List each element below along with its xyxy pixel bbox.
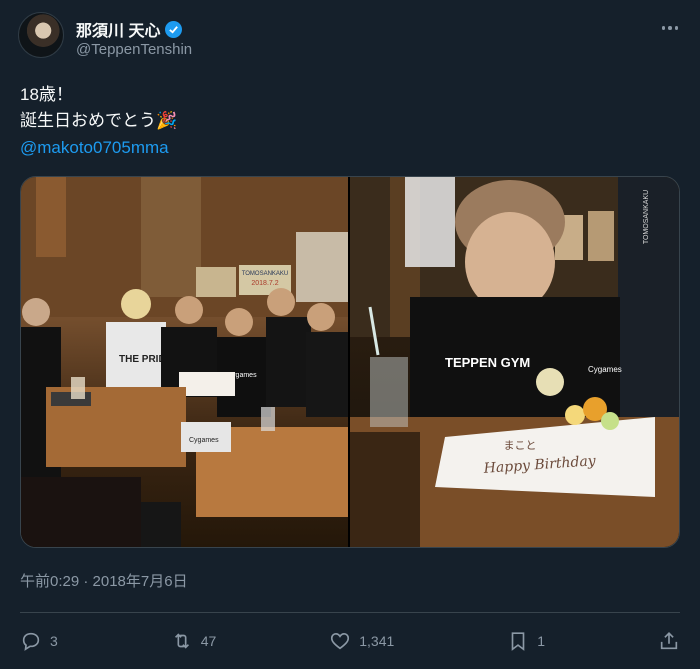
photo-group-celebration[interactable]: TOMOSANKAKU 2018.7.2 THE PRIDE Cygames C… <box>21 177 348 547</box>
name-row: 那須川 天心 <box>76 17 183 41</box>
like-button[interactable]: 1,341 <box>329 630 394 652</box>
shirt-text-right: TEPPEN GYM <box>445 355 530 370</box>
reply-icon <box>22 632 40 651</box>
share-button[interactable] <box>658 630 680 652</box>
tweet-header: 那須川 天心 @TeppenTenshin <box>18 12 682 64</box>
reply-count: 3 <box>50 633 58 649</box>
bookmark-count: 1 <box>537 633 546 649</box>
retweet-count: 47 <box>200 633 217 649</box>
display-name[interactable]: 那須川 天心 <box>76 17 160 41</box>
verified-badge-icon <box>165 20 183 38</box>
bookmark-button[interactable]: 1 <box>507 630 545 652</box>
tweet-line-2: 誕生日おめでとう🎉 <box>20 111 178 130</box>
birthday-photo-illustration: TOMOSANKAKU TEPPEN GYM Cygames Happy Bir… <box>350 177 679 547</box>
photo-birthday-cake[interactable]: TOMOSANKAKU TEPPEN GYM Cygames Happy Bir… <box>350 177 679 547</box>
sign-text-left: TOMOSANKAKU <box>242 271 289 277</box>
tweet-line-1: 18歳！ <box>20 85 73 104</box>
reply-button[interactable]: 3 <box>20 630 58 652</box>
bookmark-icon <box>511 632 525 651</box>
action-bar: 3 47 1,341 1 <box>20 626 680 656</box>
shirt-text-2-right: Cygames <box>588 365 622 374</box>
sign-date-left: 2018.7.2 <box>251 280 278 287</box>
divider <box>20 612 680 613</box>
more-options-icon[interactable] <box>658 18 682 38</box>
plate-text-2: まこと <box>504 439 537 452</box>
sign-text-right: TOMOSANKAKU <box>643 190 650 244</box>
mention-link[interactable]: @makoto0705mma <box>20 138 169 158</box>
retweet-button[interactable]: 47 <box>171 630 217 652</box>
heart-icon <box>331 633 350 650</box>
avatar[interactable] <box>18 12 64 58</box>
tweet-text: 18歳！ 誕生日おめでとう🎉 <box>20 82 177 134</box>
media-grid: TOMOSANKAKU 2018.7.2 THE PRIDE Cygames C… <box>20 176 680 548</box>
share-icon <box>660 632 678 650</box>
user-handle[interactable]: @TeppenTenshin <box>76 41 192 58</box>
tweet-timestamp[interactable]: 午前0:29 · 2018年7月6日 <box>20 570 188 591</box>
shorts-text-left: Cygames <box>189 437 219 444</box>
like-count: 1,341 <box>359 633 395 649</box>
group-photo-illustration: TOMOSANKAKU 2018.7.2 THE PRIDE Cygames C… <box>21 177 348 547</box>
retweet-icon <box>174 633 189 649</box>
